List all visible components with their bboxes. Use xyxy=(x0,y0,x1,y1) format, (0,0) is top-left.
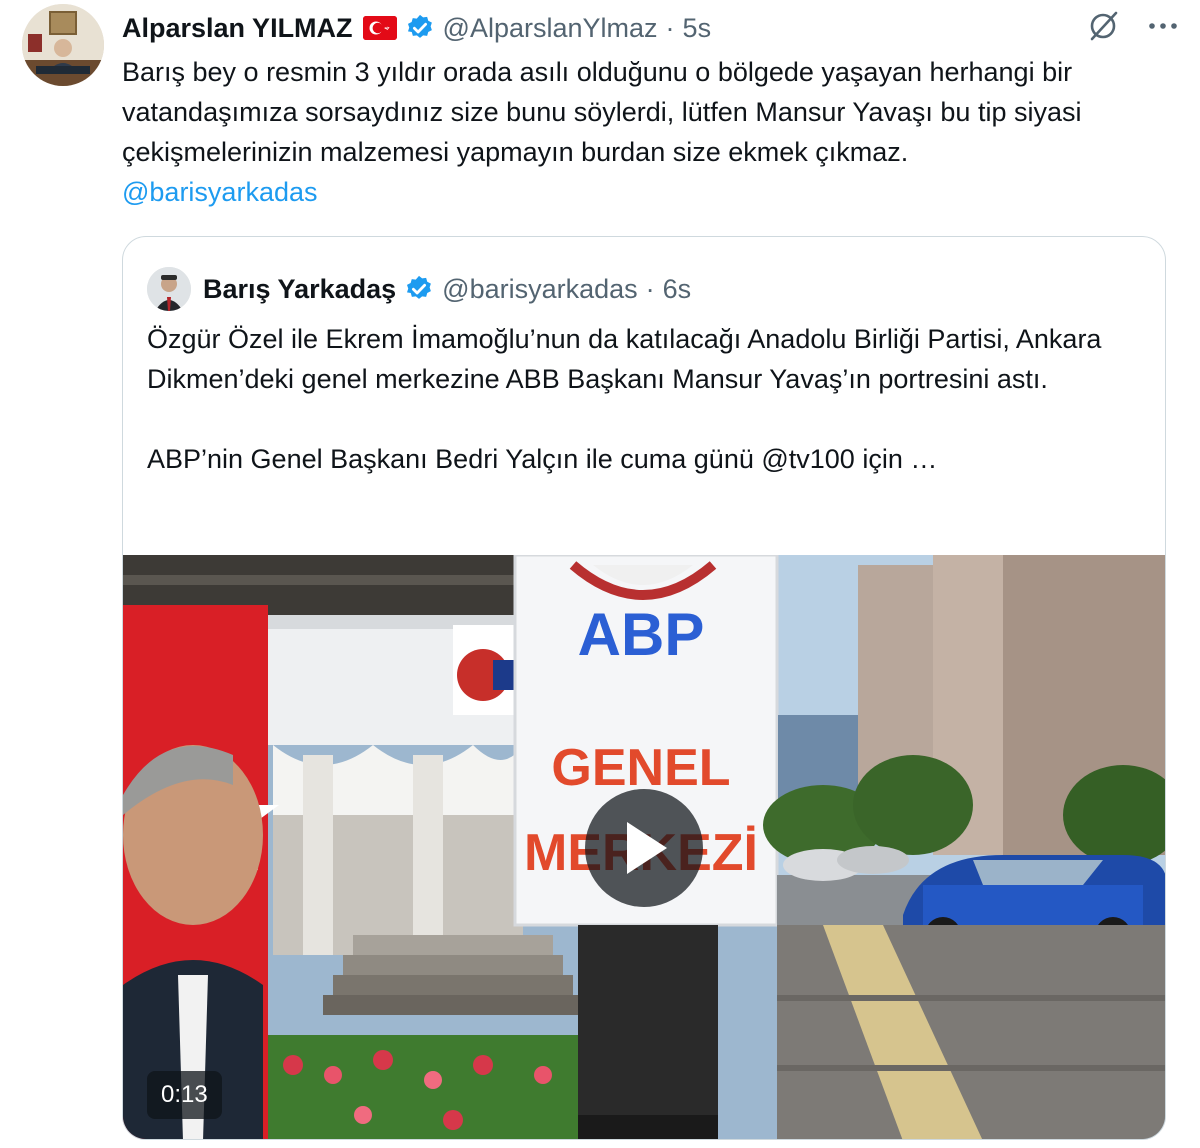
quoted-author-avatar[interactable] xyxy=(147,267,191,311)
verified-badge-icon[interactable] xyxy=(405,13,435,43)
separator-dot: · xyxy=(645,273,655,304)
quoted-text-paragraph-1: Özgür Özel ile Ekrem İmamoğlu’nun da kat… xyxy=(147,324,1102,394)
separator-dot: · xyxy=(665,12,675,43)
play-icon xyxy=(627,822,667,874)
tweet-header: Alparslan YILMAZ @AlparslanYlmaz · 5s xyxy=(122,8,1180,48)
author-handle[interactable]: @AlparslanYlmaz xyxy=(443,13,658,44)
quoted-author-handle[interactable]: @barisyarkadas xyxy=(442,274,638,305)
quoted-avatar-image xyxy=(147,267,191,311)
quoted-video[interactable]: ABP GENEL MERKEZİ 0:13 xyxy=(123,555,1165,1139)
mention-link[interactable]: @barisyarkadas xyxy=(122,172,1172,212)
author-avatar-image xyxy=(22,4,104,86)
quoted-tweet-header: Barış Yarkadaş @barisyarkadas · 6s xyxy=(147,267,691,311)
tweet-time[interactable]: 5s xyxy=(683,13,712,44)
tweet-body: Barış bey o resmin 3 yıldır orada asılı … xyxy=(122,52,1172,212)
play-button[interactable] xyxy=(585,789,703,907)
author-name[interactable]: Alparslan YILMAZ xyxy=(122,13,353,44)
video-duration: 0:13 xyxy=(147,1071,222,1119)
author-avatar[interactable] xyxy=(22,4,104,86)
quoted-tweet-card[interactable]: Barış Yarkadaş @barisyarkadas · 6s Özgür… xyxy=(122,236,1166,1140)
verified-badge-icon[interactable] xyxy=(404,274,434,304)
quoted-text-paragraph-2: ABP’nin Genel Başkanı Bedri Yalçın ile c… xyxy=(147,444,938,474)
sign-abp: ABP xyxy=(578,601,705,668)
turkey-flag-icon xyxy=(362,16,397,40)
quoted-author-name[interactable]: Barış Yarkadaş xyxy=(203,274,396,305)
tweet-text: Barış bey o resmin 3 yıldır orada asılı … xyxy=(122,57,1082,167)
grok-icon[interactable] xyxy=(1086,9,1120,48)
quoted-tweet-time[interactable]: 6s xyxy=(663,274,692,305)
more-options-icon[interactable] xyxy=(1146,9,1180,48)
quoted-tweet-body: Özgür Özel ile Ekrem İmamoğlu’nun da kat… xyxy=(147,319,1147,479)
